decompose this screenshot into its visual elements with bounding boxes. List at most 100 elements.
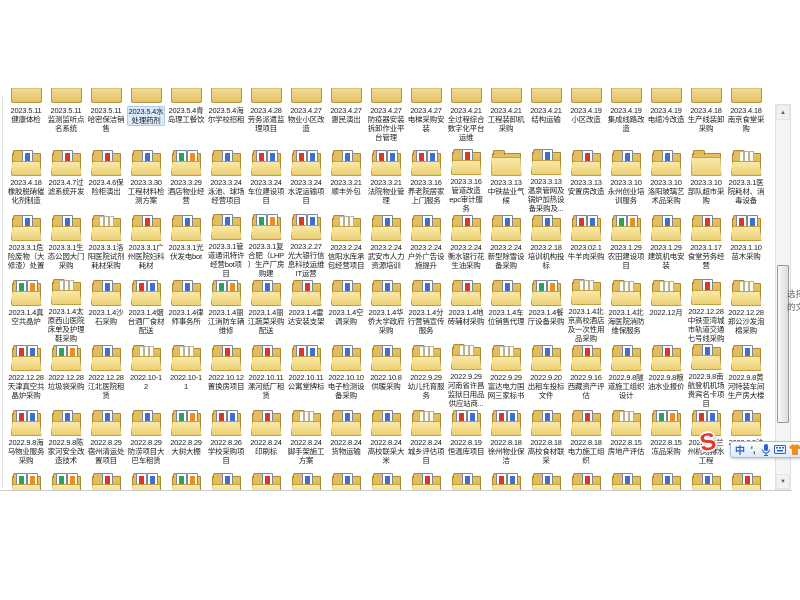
folder-item[interactable]: 2023.2.24 武安市人力 资源培训: [366, 213, 406, 278]
folder-item[interactable]: 2023.5.11 监测监听点 名系统: [46, 88, 86, 148]
folder-item[interactable]: [86, 473, 126, 490]
folder-item[interactable]: 2022.8.29 防涝项目大 巴车租赁: [126, 408, 166, 473]
folder-item[interactable]: 2022.10.11 漯河纸厂租 赁: [246, 343, 286, 408]
folder-item[interactable]: [366, 473, 406, 490]
folder-item[interactable]: 2023.4.27 电梯采购安 装: [406, 88, 446, 148]
folder-item[interactable]: 2023.3.30 工程材料检 测方案: [126, 148, 166, 213]
folder-item[interactable]: 2023.3.13 中铁盐业气 候: [486, 148, 526, 213]
ime-skin-button[interactable]: [789, 443, 800, 456]
folder-item[interactable]: 2022.9.8粮 油水业报价: [646, 343, 686, 408]
scroll-down-arrow-icon[interactable]: ▼: [776, 474, 790, 489]
folder-item[interactable]: 2022.8.18 徐州物业保 洁: [486, 408, 526, 473]
folder-item[interactable]: 2023.4.27 惠民演出: [326, 88, 366, 148]
folder-item[interactable]: [286, 473, 326, 490]
folder-item[interactable]: [726, 473, 766, 490]
folder-item[interactable]: [566, 473, 606, 490]
folder-item[interactable]: 2022.8.19 恒温库项目: [446, 408, 486, 473]
folder-item[interactable]: 2023.4.7过 滤系统开发: [46, 148, 86, 213]
folder-item[interactable]: 2023.1.4空 调采购: [326, 278, 366, 343]
folder-item[interactable]: 2023.3.13 温泉管网及 锅炉加热设 备采购及...: [526, 148, 566, 213]
folder-item[interactable]: [246, 473, 286, 490]
folder-item[interactable]: 2023.1.4分 行营销宣传 服务: [406, 278, 446, 343]
folder-item[interactable]: 2023.3.13 安置房改造: [566, 148, 606, 213]
folder-item[interactable]: 2023.5.4青 岛理工餐饮: [166, 88, 206, 148]
folder-item[interactable]: 2023.2.18 培训机构投 标: [526, 213, 566, 278]
folder-item[interactable]: 2023.3.16 养老院居家 上门服务: [406, 148, 446, 213]
folder-item[interactable]: 2023.2.24 新型除雪设 备采购: [486, 213, 526, 278]
folder-item[interactable]: 2022.8.26 学校采购项 目: [206, 408, 246, 473]
folder-item[interactable]: 2023.4.21 工程装卸机 采购: [486, 88, 526, 148]
folder-item[interactable]: [526, 473, 566, 490]
folder-item[interactable]: 2023.3.29 酒店物业经 营: [166, 148, 206, 213]
folder-item[interactable]: 2023.3.21 顺丰外包: [326, 148, 366, 213]
folder-item[interactable]: 2022.9.20 出租车投标 文件: [526, 343, 566, 408]
folder-item[interactable]: 2023.2.24 户外广告设 施提升: [406, 213, 446, 278]
folder-item[interactable]: 2022.10.11 公寓堂牌标: [286, 343, 326, 408]
folder-item[interactable]: 2022.12.28 天津真空共 晶炉采购: [6, 343, 46, 408]
ime-voice-button[interactable]: [761, 443, 771, 456]
folder-item[interactable]: 2023.4.19 小区改造: [566, 88, 606, 148]
folder-item[interactable]: 2022.8.24 城乡评估项 目: [406, 408, 446, 473]
folder-item[interactable]: 2023.1.4北 海医院消防 维保服务: [606, 278, 646, 343]
folder-item[interactable]: 2022.9.29 富达电力国 网三家标书: [486, 343, 526, 408]
folder-item[interactable]: 2023.1.29 建筑机电安 装: [646, 213, 686, 278]
folder-item[interactable]: 2022.9.29 河南省许昌 监狱日用品 供应站商...: [446, 343, 486, 408]
folder-item[interactable]: 2023.2.24 信阳水库承 包经营项目: [326, 213, 366, 278]
folder-item[interactable]: 2023.4.19 电缆冷改造: [646, 88, 686, 148]
folder-item[interactable]: 2023.4.28 劳务派遣监 理项目: [246, 88, 286, 148]
folder-item[interactable]: [46, 473, 86, 490]
folder-item[interactable]: 2023.5.4水 处理药剂: [126, 88, 166, 148]
folder-item[interactable]: 2023.3.10 永州创业培 训服务: [606, 148, 646, 213]
folder-item[interactable]: 2022.12.28 中铁亚湾城 市轨道交通 七号线采购: [686, 278, 726, 343]
folder-item[interactable]: [606, 473, 646, 490]
folder-item[interactable]: 2022.12.28 郑公沙发泡 棉采购: [726, 278, 766, 343]
scroll-up-arrow-icon[interactable]: ▲: [776, 105, 790, 120]
folder-item[interactable]: 2023.1.10 苗木采购: [726, 213, 766, 278]
folder-item[interactable]: 2023.3.1医 院耗材、消 毒设备: [726, 148, 766, 213]
folder-item[interactable]: 2023.1.4车 位销售代理: [486, 278, 526, 343]
folder-item[interactable]: 2023.3.1洛 阳医院试剂 耗材采购: [86, 213, 126, 278]
folder-item[interactable]: 2022.8.18 高校食材联 采: [526, 408, 566, 473]
folder-item[interactable]: 2022.8.15 冻品采购: [646, 408, 686, 473]
folder-item[interactable]: 2023.1.4雷 达安装支架: [286, 278, 326, 343]
folder-item[interactable]: 2022.9.8黄 河特装车间 生产房大楼: [726, 343, 766, 408]
folder-item[interactable]: 2022.8.29 宿州清运处 置项目: [86, 408, 126, 473]
sogou-logo-icon[interactable]: S: [698, 428, 719, 458]
folder-item[interactable]: 2023.02.1 牛羊肉采购: [566, 213, 606, 278]
folder-item[interactable]: 2023.5.11 健康体检: [6, 88, 46, 148]
folder-item[interactable]: 2023.1.4沙 石采购: [86, 278, 126, 343]
folder-item[interactable]: 2023.1.4北 京高校酒店 及一次性用 品采购: [566, 278, 606, 343]
folder-item[interactable]: 2022.10.10 电子检测设 备采购: [326, 343, 366, 408]
folder-item[interactable]: 2023.4.6保 险柜演出: [86, 148, 126, 213]
folder-item[interactable]: 2022.9.8隧 道施工组织 设计: [606, 343, 646, 408]
folder-item[interactable]: 2022.10.12 置换房项目: [206, 343, 246, 408]
folder-item[interactable]: 2022.10.8 供暖采购: [366, 343, 406, 408]
folder-item[interactable]: 2022.8.24 印刷标: [246, 408, 286, 473]
folder-item[interactable]: 2023.1.4律 师事务所: [166, 278, 206, 343]
folder-item[interactable]: [206, 473, 246, 490]
folder-item[interactable]: 2022.9.29 幼儿托育服 务: [406, 343, 446, 408]
ime-punctuation-button[interactable]: ’,: [748, 443, 758, 456]
folder-item[interactable]: [446, 473, 486, 490]
folder-item[interactable]: 2023.1.4餐 厅设备采购: [526, 278, 566, 343]
ime-keyboard-button[interactable]: [774, 443, 786, 456]
folder-item[interactable]: 2023.1.29 农田建设项 目: [606, 213, 646, 278]
folder-item[interactable]: [686, 473, 726, 490]
folder-item[interactable]: [166, 473, 206, 490]
folder-item[interactable]: 2023.4.27 防疫器安装 拆卸作业平 台管理: [366, 88, 406, 148]
folder-item[interactable]: 2023.4.21 结构运输: [526, 88, 566, 148]
folder-item[interactable]: 2023.3.24 泳池、球场 经营项目: [206, 148, 246, 213]
folder-item[interactable]: 2023.1.4丽 江蔬菜采购 配送: [246, 278, 286, 343]
folder-item[interactable]: 2022.10-1 1: [166, 343, 206, 408]
folder-item[interactable]: 2022.8.24 货物运输: [326, 408, 366, 473]
folder-item[interactable]: 2023.4.21 全过程综合 数字化平台 运维: [446, 88, 486, 148]
folder-item[interactable]: [6, 473, 46, 490]
folder-item[interactable]: 2023.2.24 衡水银行花 生油采购: [446, 213, 486, 278]
folder-item[interactable]: 2022.12.28 垃圾袋采购: [46, 343, 86, 408]
folder-item[interactable]: 2022.8.24 高校联采大 米: [366, 408, 406, 473]
folder-item[interactable]: 2023.4.18 橡胶脱硝催 化剂制造: [6, 148, 46, 213]
folder-item[interactable]: 2022.8.24 脚手架施工 方案: [286, 408, 326, 473]
ime-toolbar[interactable]: S 中 ’,: [694, 428, 800, 464]
folder-item[interactable]: 2023.4.27 物业小区改 造: [286, 88, 326, 148]
folder-item[interactable]: 2023.3.24 车位建设项 目: [246, 148, 286, 213]
